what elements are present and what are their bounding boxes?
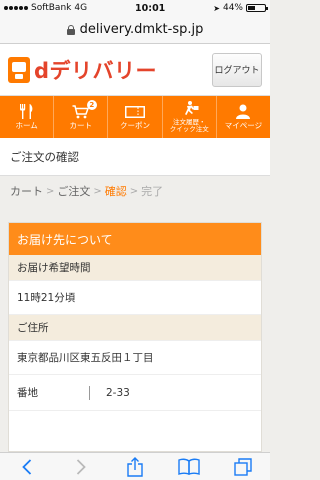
- browser-toolbar: [0, 452, 270, 480]
- breadcrumb-separator: >: [129, 185, 139, 197]
- coupon-icon: [125, 104, 145, 119]
- address-bar[interactable]: delivery.dmkt-sp.jp: [0, 16, 270, 44]
- battery-icon: [245, 4, 268, 12]
- breadcrumb: カート > ご注文 > 確認 > 完了: [0, 176, 270, 206]
- location-arrow-icon: ➤: [213, 3, 220, 13]
- nav-history-label: 注文履歴・ クイック注文: [170, 119, 209, 133]
- nav-home-label: ホーム: [15, 121, 38, 130]
- bookmarks-button[interactable]: [174, 455, 204, 479]
- person-icon: [236, 104, 251, 119]
- page-title: ご注文の確認: [0, 138, 270, 176]
- chevron-right-icon: [76, 458, 86, 475]
- delivery-bag-icon: [8, 56, 30, 83]
- breadcrumb-separator: >: [46, 185, 55, 197]
- share-button[interactable]: [120, 455, 150, 479]
- breadcrumb-confirm: 確認: [104, 185, 127, 198]
- chevron-left-icon: [22, 458, 32, 475]
- delivery-time-value: 11時21分頃: [9, 281, 261, 315]
- banchi-label: 番地: [17, 387, 38, 399]
- status-right: ➤ 44%: [213, 3, 268, 13]
- breadcrumb-order: ご注文: [57, 185, 91, 198]
- nav-coupon[interactable]: クーポン: [107, 96, 161, 138]
- network-type: 4G: [74, 3, 88, 13]
- signal-strength-icon: [4, 6, 28, 10]
- tabs-button[interactable]: [228, 455, 258, 479]
- nav-cart[interactable]: 2 カート: [53, 96, 107, 138]
- tabs-icon: [234, 457, 252, 476]
- logo-text: dデリバリー: [34, 58, 158, 83]
- delivery-time-label: お届け希望時間: [9, 255, 261, 281]
- row-divider: [89, 385, 90, 400]
- breadcrumb-cart: カート: [10, 185, 43, 198]
- site-header: dデリバリー ログアウト: [0, 44, 270, 96]
- share-icon: [127, 456, 143, 477]
- breadcrumb-separator: >: [93, 185, 102, 197]
- fork-knife-icon: [19, 104, 35, 119]
- banchi-value: 2-33: [106, 386, 130, 399]
- clock: 10:01: [135, 2, 166, 14]
- nav-cart-label: カート: [69, 121, 93, 130]
- address-label: ご住所: [9, 315, 261, 341]
- status-left: SoftBank 4G: [4, 3, 87, 13]
- address-value: 東京都品川区東五反田１丁目: [9, 341, 261, 375]
- banchi-row: 番地 2-33: [9, 375, 261, 411]
- status-bar: SoftBank 4G 10:01 ➤ 44%: [0, 0, 270, 16]
- back-button[interactable]: [12, 455, 42, 479]
- main-nav: ホーム 2 カート クーポン 注文履歴・ クイック注文 マイページ: [0, 96, 270, 138]
- battery-percent: 44%: [222, 3, 243, 13]
- logout-button[interactable]: ログアウト: [212, 52, 262, 87]
- site-logo[interactable]: dデリバリー: [8, 55, 157, 85]
- nav-home[interactable]: ホーム: [0, 96, 53, 138]
- nav-history-label-line2: クイック注文: [169, 125, 209, 133]
- carrier-name: SoftBank: [31, 3, 72, 13]
- nav-coupon-label: クーポン: [120, 121, 150, 130]
- delivery-info-card: お届け先について お届け希望時間 11時21分頃 ご住所 東京都品川区東五反田１…: [8, 222, 262, 452]
- delivery-heading: お届け先について: [9, 223, 261, 255]
- forward-button[interactable]: [66, 455, 96, 479]
- cart-icon: 2: [72, 100, 97, 119]
- delivery-runner-icon: [179, 101, 199, 116]
- breadcrumb-complete: 完了: [141, 185, 164, 198]
- cart-count-badge: 2: [86, 100, 97, 110]
- lock-icon: [66, 24, 75, 35]
- book-icon: [178, 458, 200, 475]
- nav-mypage-label: マイページ: [224, 121, 263, 130]
- nav-mypage[interactable]: マイページ: [215, 96, 270, 138]
- url-text: delivery.dmkt-sp.jp: [79, 22, 204, 37]
- nav-order-history[interactable]: 注文履歴・ クイック注文: [161, 96, 216, 138]
